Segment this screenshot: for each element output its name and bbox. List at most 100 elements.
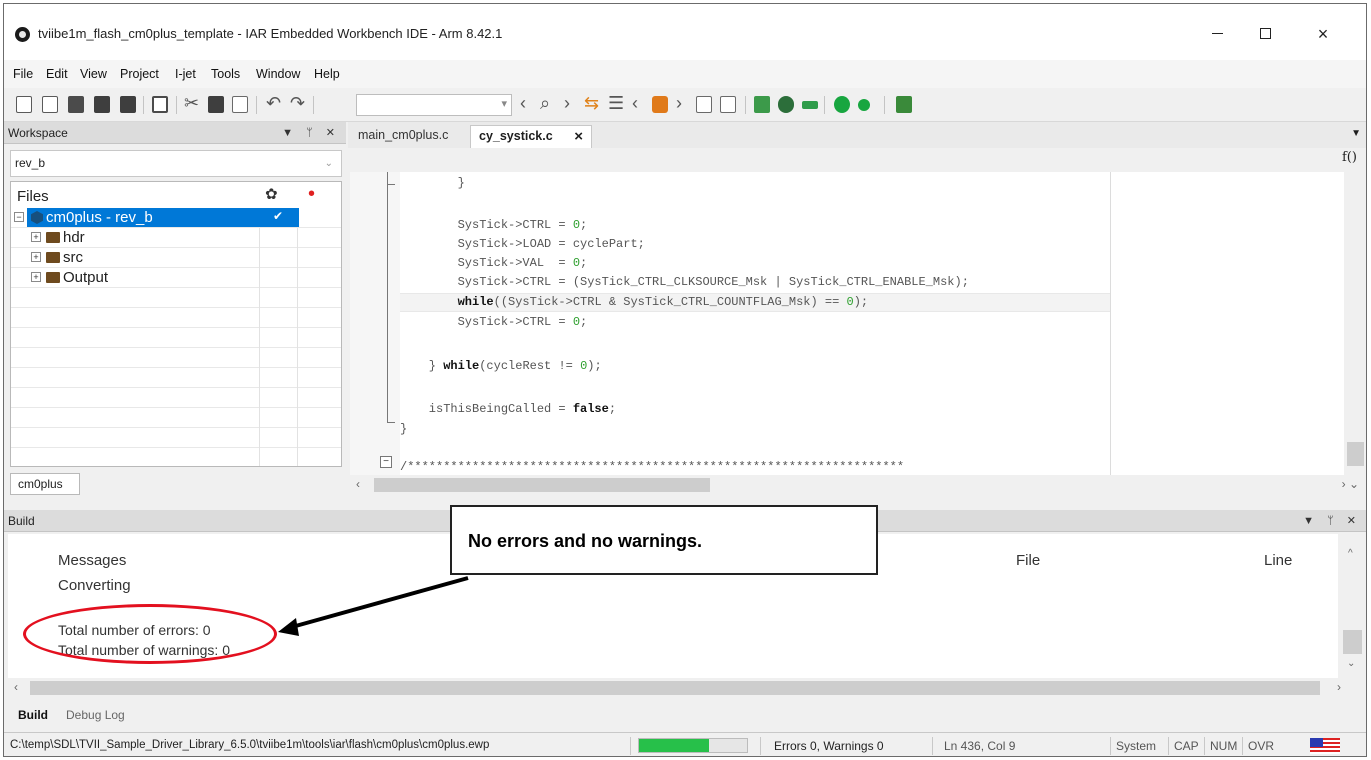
highlight-ring: [23, 604, 277, 664]
menu-edit[interactable]: Edit: [46, 67, 68, 81]
editor-horizontal-scrollbar[interactable]: ‹ › ⌄: [350, 475, 1366, 495]
scroll-left-icon[interactable]: ‹: [14, 680, 18, 694]
next-bookmark-icon[interactable]: [720, 96, 736, 113]
toolbar-options-icon[interactable]: [896, 96, 912, 113]
scroll-down-icon[interactable]: ⌄: [1347, 658, 1355, 669]
menu-ijet[interactable]: I-jet: [175, 67, 196, 81]
menu-help[interactable]: Help: [314, 67, 340, 81]
copy-icon[interactable]: [208, 96, 224, 113]
debug-without-download-icon[interactable]: [858, 99, 870, 111]
collapse-icon[interactable]: −: [14, 212, 24, 222]
build-message: Converting: [58, 577, 131, 594]
tree-row-output[interactable]: + Output: [11, 268, 341, 288]
scroll-left-icon[interactable]: ‹: [356, 477, 360, 491]
file-column-header[interactable]: File: [1016, 552, 1040, 569]
editor-tab-strip: main_cm0plus.c cy_systick.c × ▼: [348, 122, 1366, 148]
nav-forward-icon[interactable]: ›: [676, 92, 682, 114]
tab-build[interactable]: Build: [18, 708, 48, 722]
search-icon[interactable]: ⌕: [540, 92, 550, 114]
configuration-select[interactable]: rev_b ⌄: [10, 150, 342, 177]
compile-icon[interactable]: [754, 96, 770, 113]
tree-row-hdr[interactable]: + hdr: [11, 228, 341, 248]
expand-icon[interactable]: +: [31, 252, 41, 262]
editor-vertical-scrollbar[interactable]: [1344, 172, 1366, 475]
find-previous-icon[interactable]: ‹: [520, 92, 526, 114]
menu-file[interactable]: File: [13, 67, 33, 81]
scroll-right-icon[interactable]: ›: [1337, 680, 1341, 694]
annotation-text: No errors and no warnings.: [468, 531, 703, 551]
menu-window[interactable]: Window: [256, 67, 300, 81]
new-workspace-icon[interactable]: [42, 96, 58, 113]
menu-project[interactable]: Project: [120, 67, 159, 81]
make-icon[interactable]: [778, 96, 794, 113]
find-combo[interactable]: ▾: [356, 94, 512, 116]
print-icon[interactable]: [152, 96, 168, 113]
num-lock-indicator: NUM: [1210, 739, 1238, 753]
tree-label-hdr: hdr: [63, 229, 85, 246]
minimize-button[interactable]: [1194, 18, 1240, 50]
undo-icon[interactable]: ↶: [266, 92, 281, 114]
cut-icon[interactable]: ✂: [184, 92, 199, 114]
scroll-thumb[interactable]: [1347, 442, 1364, 466]
folder-icon: [46, 232, 60, 243]
nav-back-icon[interactable]: ‹: [632, 92, 638, 114]
build-all-icon[interactable]: [802, 101, 818, 109]
tab-close-icon[interactable]: ×: [574, 126, 583, 147]
expand-icon[interactable]: +: [31, 232, 41, 242]
scroll-thumb[interactable]: [374, 478, 710, 492]
bookmark-icon[interactable]: [652, 96, 668, 113]
tree-row-src[interactable]: + src: [11, 248, 341, 268]
tree-row-project[interactable]: − cm0plus - rev_b ✔: [11, 208, 341, 228]
files-header: Files ✿ •: [11, 182, 341, 208]
workspace-pin-icon[interactable]: ▼ ᛘ ✕: [282, 122, 340, 144]
right-margin-line: [1110, 172, 1111, 475]
output-tab-strip: Build Debug Log: [4, 704, 1366, 728]
main-toolbar: ✂ ↶ ↷ ▾ ‹ ⌕ › ⇆ ☰ ‹ ›: [4, 88, 1366, 122]
maximize-button[interactable]: [1242, 18, 1288, 50]
save-all-icon[interactable]: [120, 96, 136, 113]
scroll-right-icon[interactable]: › ⌄: [1342, 477, 1359, 491]
fold-toggle-icon[interactable]: −: [380, 456, 392, 468]
line-column-header[interactable]: Line: [1264, 552, 1292, 569]
expand-icon[interactable]: +: [31, 272, 41, 282]
tab-main-cm0plus[interactable]: main_cm0plus.c: [350, 125, 456, 148]
code-editor[interactable]: − } SysTick->CTRL = 0; SysTick->LOAD = c…: [350, 172, 1344, 475]
function-navigator-icon[interactable]: f(): [1342, 150, 1357, 165]
build-pin-icon[interactable]: ▼ ᛘ ✕: [1303, 510, 1361, 532]
build-horizontal-scrollbar[interactable]: ‹ ›: [8, 678, 1366, 698]
code-line: SysTick->CTRL = 0;: [400, 218, 588, 232]
go-to-icon[interactable]: ⇆: [584, 92, 599, 114]
scroll-up-icon[interactable]: ^: [1348, 548, 1353, 559]
save-icon[interactable]: [94, 96, 110, 113]
open-icon[interactable]: [68, 96, 84, 113]
chevron-down-icon: ⌄: [324, 158, 333, 169]
title-bar: tviibe1m_flash_cm0plus_template - IAR Em…: [4, 4, 1366, 60]
code-line: }: [400, 176, 465, 190]
workspace-tab-cm0plus[interactable]: cm0plus: [10, 473, 80, 495]
tab-list-chevron-icon[interactable]: ▼: [1351, 128, 1361, 139]
menu-tools[interactable]: Tools: [211, 67, 240, 81]
language-flag-icon[interactable]: [1310, 738, 1340, 754]
build-vertical-scrollbar[interactable]: ^ ⌄: [1338, 534, 1366, 678]
menu-view[interactable]: View: [80, 67, 107, 81]
folder-icon: [46, 272, 60, 283]
menu-bar: File Edit View Project I-jet Tools Windo…: [4, 60, 1366, 88]
scroll-thumb[interactable]: [1343, 630, 1362, 654]
tab-cy-systick[interactable]: cy_systick.c ×: [470, 125, 592, 148]
code-line: SysTick->CTRL = (SysTick_CTRL_CLKSOURCE_…: [400, 275, 969, 289]
tab-debug-log[interactable]: Debug Log: [66, 708, 125, 722]
caps-lock-indicator: CAP: [1174, 739, 1199, 753]
prev-bookmark-icon[interactable]: [696, 96, 712, 113]
close-button[interactable]: ×: [1300, 18, 1346, 50]
redo-icon[interactable]: ↷: [290, 92, 305, 114]
bookmark-list-icon[interactable]: ☰: [608, 92, 624, 114]
check-icon: ✔: [273, 209, 284, 223]
find-next-icon[interactable]: ›: [564, 92, 570, 114]
messages-column-header[interactable]: Messages: [58, 552, 126, 569]
workspace-title: Workspace: [8, 126, 68, 140]
new-file-icon[interactable]: [16, 96, 32, 113]
download-debug-icon[interactable]: [834, 96, 850, 113]
code-line-current: while((SysTick->CTRL & SysTick_CTRL_COUN…: [457, 295, 869, 309]
paste-icon[interactable]: [232, 96, 248, 113]
scroll-thumb[interactable]: [30, 681, 1320, 695]
